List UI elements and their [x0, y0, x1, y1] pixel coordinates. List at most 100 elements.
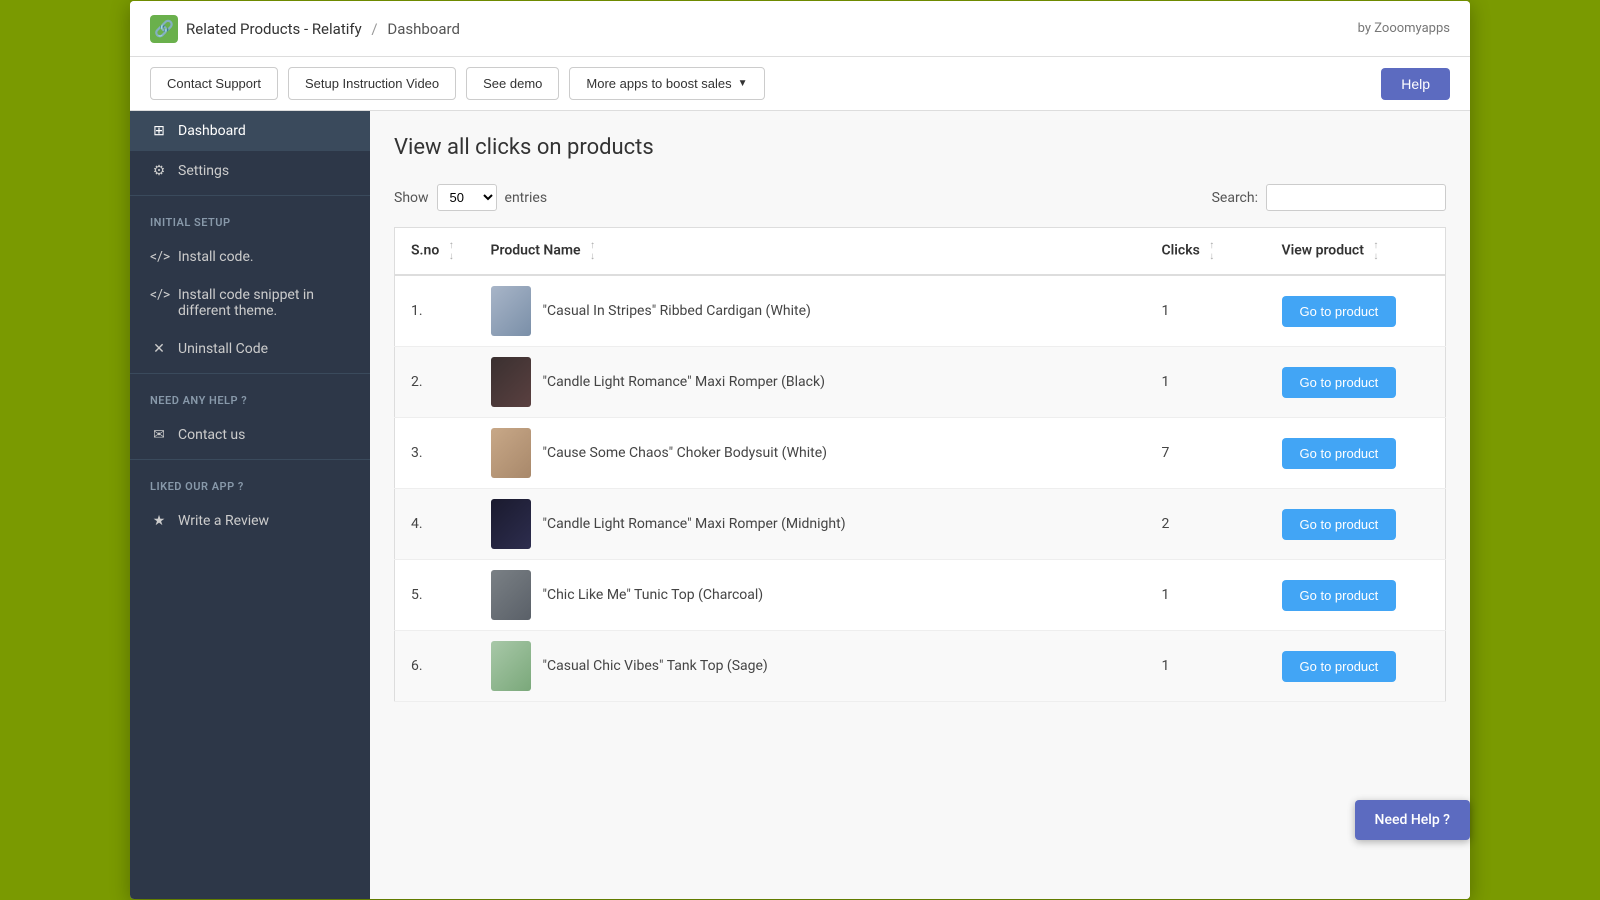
sidebar-item-contact-us-label: Contact us — [178, 427, 245, 443]
table-row: 1. "Casual In Stripes" Ribbed Cardigan (… — [395, 275, 1446, 347]
product-cell: "Casual Chic Vibes" Tank Top (Sage) — [491, 641, 1130, 691]
search-box: Search: — [1212, 184, 1446, 211]
th-sno[interactable]: S.no ↑↓ — [395, 228, 475, 276]
cell-clicks: 7 — [1146, 418, 1266, 489]
product-name-text: "Casual In Stripes" Ribbed Cardigan (Whi… — [543, 303, 811, 319]
product-name-text: "Candle Light Romance" Maxi Romper (Blac… — [543, 374, 825, 390]
cell-clicks: 1 — [1146, 275, 1266, 347]
app-container: 🔗 Related Products - Relatify / Dashboar… — [130, 1, 1470, 899]
sidebar-item-contact-us[interactable]: ✉ Contact us — [130, 415, 370, 455]
sidebar-item-install-snippet-label: Install code snippet in different theme. — [178, 287, 350, 319]
product-name-text: "Cause Some Chaos" Choker Bodysuit (Whit… — [543, 445, 828, 461]
cell-sno: 4. — [395, 489, 475, 560]
table-header-row: S.no ↑↓ Product Name ↑↓ Clicks ↑↓ View p… — [395, 228, 1446, 276]
cell-clicks: 1 — [1146, 347, 1266, 418]
product-thumbnail — [491, 641, 531, 691]
th-view-product[interactable]: View product ↑↓ — [1266, 228, 1446, 276]
sidebar-item-write-review-label: Write a Review — [178, 513, 269, 529]
product-cell: "Casual In Stripes" Ribbed Cardigan (Whi… — [491, 286, 1130, 336]
cell-view-product: Go to product — [1266, 275, 1446, 347]
toolbar: Contact Support Setup Instruction Video … — [130, 57, 1470, 111]
cell-view-product: Go to product — [1266, 631, 1446, 702]
star-icon: ★ — [150, 513, 168, 529]
page-title: View all clicks on products — [394, 135, 1446, 160]
products-table: S.no ↑↓ Product Name ↑↓ Clicks ↑↓ View p… — [394, 227, 1446, 702]
product-name-text: "Candle Light Romance" Maxi Romper (Midn… — [543, 516, 846, 532]
sidebar-item-settings[interactable]: ⚙ Settings — [130, 151, 370, 191]
header: 🔗 Related Products - Relatify / Dashboar… — [130, 1, 1470, 57]
sidebar-item-uninstall-code[interactable]: ✕ Uninstall Code — [130, 329, 370, 369]
header-title: Related Products - Relatify / Dashboard — [186, 20, 460, 38]
app-name-label: Related Products - Relatify — [186, 20, 362, 38]
layout: ⊞ Dashboard ⚙ Settings INITIAL SETUP </>… — [130, 111, 1470, 899]
cell-sno: 6. — [395, 631, 475, 702]
product-cell: "Cause Some Chaos" Choker Bodysuit (Whit… — [491, 428, 1130, 478]
go-to-product-button[interactable]: Go to product — [1282, 438, 1397, 469]
th-clicks[interactable]: Clicks ↑↓ — [1146, 228, 1266, 276]
sort-icon-product: ↑↓ — [590, 240, 595, 262]
go-to-product-button[interactable]: Go to product — [1282, 296, 1397, 327]
cell-product-name: "Chic Like Me" Tunic Top (Charcoal) — [475, 560, 1146, 631]
help-button[interactable]: Help — [1381, 68, 1450, 100]
product-name-text: "Casual Chic Vibes" Tank Top (Sage) — [543, 658, 768, 674]
search-input[interactable] — [1266, 184, 1446, 211]
more-apps-button[interactable]: More apps to boost sales ▼ — [569, 67, 764, 100]
go-to-product-button[interactable]: Go to product — [1282, 651, 1397, 682]
sidebar-section-initial-setup: INITIAL SETUP — [130, 200, 370, 237]
contact-support-button[interactable]: Contact Support — [150, 67, 278, 100]
sidebar-item-install-code[interactable]: </> Install code. — [130, 237, 370, 277]
table-row: 4. "Candle Light Romance" Maxi Romper (M… — [395, 489, 1446, 560]
sidebar-section-need-help: NEED ANY HELP ? — [130, 378, 370, 415]
main-content: View all clicks on products Show 50 10 2… — [370, 111, 1470, 899]
search-label: Search: — [1212, 190, 1258, 206]
cell-sno: 3. — [395, 418, 475, 489]
product-cell: "Candle Light Romance" Maxi Romper (Blac… — [491, 357, 1130, 407]
cell-product-name: "Cause Some Chaos" Choker Bodysuit (Whit… — [475, 418, 1146, 489]
sidebar-divider-1 — [130, 195, 370, 196]
cell-view-product: Go to product — [1266, 418, 1446, 489]
sidebar-item-uninstall-label: Uninstall Code — [178, 341, 268, 357]
product-name-text: "Chic Like Me" Tunic Top (Charcoal) — [543, 587, 764, 603]
page-name-label: Dashboard — [387, 20, 460, 38]
cell-clicks: 1 — [1146, 631, 1266, 702]
sidebar-item-dashboard[interactable]: ⊞ Dashboard — [130, 111, 370, 151]
cell-product-name: "Casual In Stripes" Ribbed Cardigan (Whi… — [475, 275, 1146, 347]
envelope-icon: ✉ — [150, 427, 168, 443]
cell-sno: 5. — [395, 560, 475, 631]
sidebar: ⊞ Dashboard ⚙ Settings INITIAL SETUP </>… — [130, 111, 370, 899]
product-thumbnail — [491, 499, 531, 549]
cell-view-product: Go to product — [1266, 489, 1446, 560]
table-row: 2. "Candle Light Romance" Maxi Romper (B… — [395, 347, 1446, 418]
code-snippet-icon: </> — [150, 287, 168, 303]
go-to-product-button[interactable]: Go to product — [1282, 509, 1397, 540]
sidebar-divider-2 — [130, 373, 370, 374]
sidebar-item-install-snippet[interactable]: </> Install code snippet in different th… — [130, 277, 370, 329]
product-cell: "Candle Light Romance" Maxi Romper (Midn… — [491, 499, 1130, 549]
cell-clicks: 2 — [1146, 489, 1266, 560]
sidebar-item-write-review[interactable]: ★ Write a Review — [130, 501, 370, 541]
product-thumbnail — [491, 357, 531, 407]
product-cell: "Chic Like Me" Tunic Top (Charcoal) — [491, 570, 1130, 620]
go-to-product-button[interactable]: Go to product — [1282, 580, 1397, 611]
cell-sno: 2. — [395, 347, 475, 418]
product-thumbnail — [491, 570, 531, 620]
see-demo-button[interactable]: See demo — [466, 67, 559, 100]
entries-select[interactable]: 50 10 25 100 — [437, 184, 497, 211]
dashboard-icon: ⊞ — [150, 123, 168, 139]
product-thumbnail — [491, 286, 531, 336]
table-row: 3. "Cause Some Chaos" Choker Bodysuit (W… — [395, 418, 1446, 489]
chevron-down-icon: ▼ — [738, 78, 748, 89]
sort-icon-view: ↑↓ — [1373, 240, 1378, 262]
header-left: 🔗 Related Products - Relatify / Dashboar… — [150, 15, 460, 43]
cell-sno: 1. — [395, 275, 475, 347]
breadcrumb-separator: / — [371, 20, 377, 38]
need-help-button[interactable]: Need Help ? — [1355, 800, 1470, 840]
table-controls: Show 50 10 25 100 entries Search: — [394, 184, 1446, 211]
table-row: 5. "Chic Like Me" Tunic Top (Charcoal) 1… — [395, 560, 1446, 631]
go-to-product-button[interactable]: Go to product — [1282, 367, 1397, 398]
th-product-name[interactable]: Product Name ↑↓ — [475, 228, 1146, 276]
cell-product-name: "Candle Light Romance" Maxi Romper (Blac… — [475, 347, 1146, 418]
cell-product-name: "Casual Chic Vibes" Tank Top (Sage) — [475, 631, 1146, 702]
sort-icon-sno: ↑↓ — [449, 240, 454, 262]
setup-video-button[interactable]: Setup Instruction Video — [288, 67, 456, 100]
